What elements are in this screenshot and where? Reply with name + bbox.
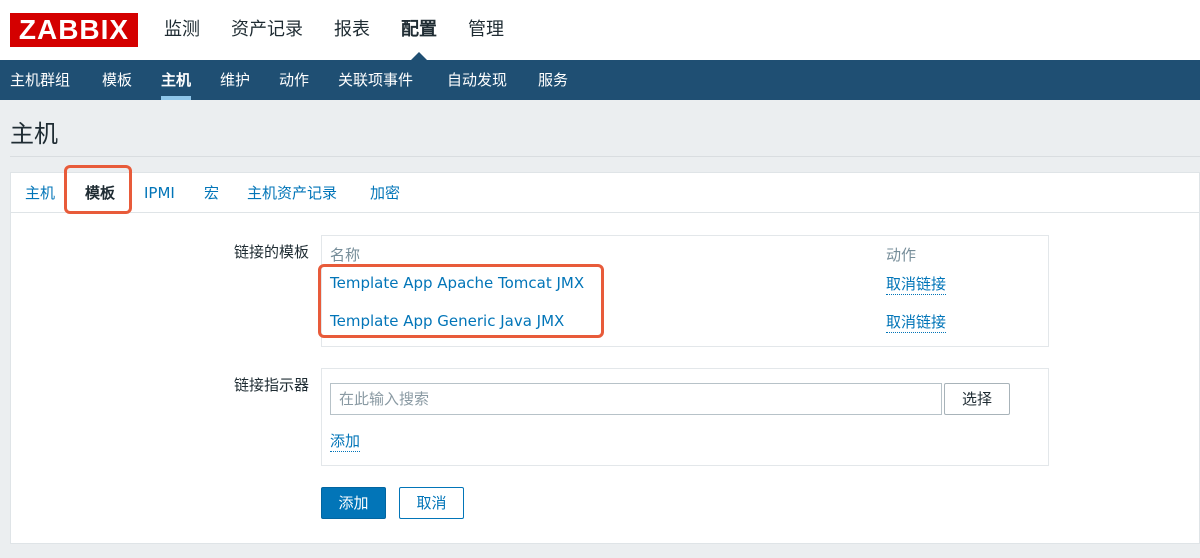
tab-bar: 主机 模板 IPMI 宏 主机资产记录 加密: [11, 173, 1199, 213]
linked-templates-highlight: [318, 264, 604, 338]
tab-macros[interactable]: 宏: [204, 173, 219, 213]
top-header: ZABBIX 监测 资产记录 报表 配置 管理: [0, 0, 1200, 60]
link-indicator-box: 选择 添加: [321, 368, 1049, 466]
sub-nav: 主机群组 模板 主机 维护 动作 关联项事件 自动发现 服务: [0, 60, 1200, 100]
linked-templates-label: 链接的模板: [233, 243, 309, 261]
add-button[interactable]: 添加: [321, 487, 386, 519]
templates-tab-highlight: [64, 165, 132, 214]
select-button[interactable]: 选择: [944, 383, 1010, 415]
add-template-link[interactable]: 添加: [330, 431, 361, 452]
tab-encryption[interactable]: 加密: [370, 173, 400, 213]
tab-host-inventory[interactable]: 主机资产记录: [247, 173, 337, 213]
sub-nav-event-correlation[interactable]: 关联项事件: [338, 60, 413, 100]
link-indicator-label: 链接指示器: [233, 376, 309, 394]
top-menu-configuration[interactable]: 配置: [401, 0, 437, 60]
sub-nav-services[interactable]: 服务: [538, 60, 568, 100]
zabbix-logo[interactable]: ZABBIX: [10, 13, 138, 47]
cancel-button[interactable]: 取消: [399, 487, 464, 519]
tab-host[interactable]: 主机: [25, 173, 55, 213]
title-divider: [10, 156, 1200, 157]
sub-nav-actions[interactable]: 动作: [279, 60, 309, 100]
column-header-name: 名称: [330, 246, 361, 264]
sub-nav-hosts[interactable]: 主机: [161, 60, 192, 100]
column-header-action: 动作: [886, 246, 917, 264]
top-menu-monitoring[interactable]: 监测: [164, 0, 200, 60]
unlink-button[interactable]: 取消链接: [886, 312, 947, 333]
page-title: 主机: [10, 120, 58, 148]
top-menu-administration[interactable]: 管理: [468, 0, 504, 60]
sub-nav-host-groups[interactable]: 主机群组: [10, 60, 70, 100]
sub-nav-templates[interactable]: 模板: [102, 60, 132, 100]
sub-nav-maintenance[interactable]: 维护: [220, 60, 250, 100]
top-menu-reports[interactable]: 报表: [334, 0, 370, 60]
sub-nav-discovery[interactable]: 自动发现: [447, 60, 507, 100]
template-search-input[interactable]: [330, 383, 942, 415]
top-menu: 监测 资产记录 报表 配置 管理: [164, 0, 535, 60]
tab-ipmi[interactable]: IPMI: [144, 173, 175, 213]
unlink-button[interactable]: 取消链接: [886, 274, 947, 295]
host-form-panel: 主机 模板 IPMI 宏 主机资产记录 加密 链接的模板 名称 动作 Templ…: [10, 165, 1200, 544]
top-menu-inventory[interactable]: 资产记录: [231, 0, 303, 60]
